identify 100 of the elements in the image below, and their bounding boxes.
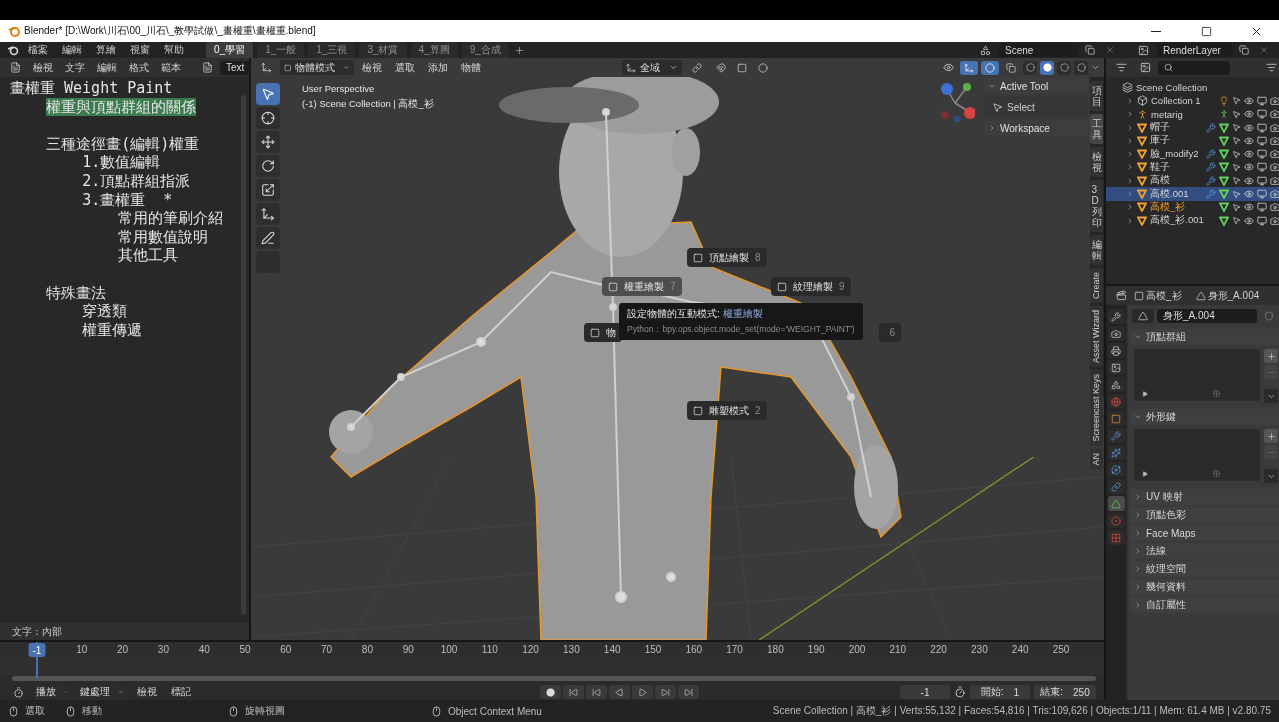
sidebar-tab[interactable]: 項目 bbox=[1090, 81, 1103, 111]
menu-item[interactable]: 編輯 bbox=[92, 59, 122, 76]
frame-number: 150 bbox=[644, 644, 662, 655]
menu-item[interactable]: 檢視 bbox=[132, 684, 162, 700]
text-name-field[interactable]: Text bbox=[220, 60, 251, 75]
mode-dropdown[interactable]: 物體模式 bbox=[280, 60, 354, 75]
frame-number: 230 bbox=[971, 644, 988, 655]
outliner-row[interactable]: Scene Collection bbox=[1106, 81, 1279, 95]
panel-header[interactable]: 頂點色彩 bbox=[1130, 507, 1279, 523]
outliner-item-label[interactable]: 臉_modify2 bbox=[1150, 147, 1199, 161]
panel-header[interactable]: 頂點群組 bbox=[1130, 329, 1279, 345]
frame-number: 190 bbox=[807, 644, 825, 655]
pie-menu-item[interactable]: 物 bbox=[584, 323, 622, 342]
outliner-item-label[interactable]: 高模.001 bbox=[1150, 187, 1189, 201]
outliner-row[interactable]: Collection 1 bbox=[1106, 94, 1279, 108]
frame-number: 20 bbox=[117, 644, 129, 655]
workspace-tab[interactable]: 0_學習 bbox=[206, 42, 254, 58]
scene-statistics: Scene Collection | 高模_衫 | Verts:55,132 | Faces:54,816 | Tris:109,626 | Objects:1/11 | Mem: 61.4 MB | v2.80.75 bbox=[772, 704, 1271, 718]
end-frame-field[interactable]: 結束: 250 bbox=[1034, 685, 1096, 699]
menu-item[interactable]: 格式 bbox=[124, 59, 154, 76]
menu-item[interactable]: 檢視 bbox=[28, 59, 58, 76]
menu-item[interactable]: 標記 bbox=[166, 684, 196, 700]
menu-item[interactable]: 檢視 bbox=[357, 59, 387, 76]
workspace-tab[interactable]: 1_三視 bbox=[308, 42, 356, 58]
outliner-item-label[interactable]: 帽子 bbox=[1150, 121, 1170, 135]
panel-header[interactable]: Face Maps bbox=[1130, 525, 1279, 541]
outliner-row[interactable]: 高模_衫 bbox=[1106, 200, 1279, 214]
outliner-row[interactable]: metarig bbox=[1106, 107, 1279, 121]
sidebar-tab[interactable]: 編輯 bbox=[1090, 235, 1103, 265]
panel-header[interactable]: 法線 bbox=[1130, 543, 1279, 559]
frame-number: 170 bbox=[726, 644, 743, 655]
menu-item[interactable]: 編輯 bbox=[56, 43, 88, 57]
workspace-tab[interactable]: 3_材質 bbox=[359, 42, 407, 58]
pie-menu-item[interactable]: 雕塑模式 2 bbox=[687, 401, 767, 420]
pie-menu-item[interactable]: 紋理繪製 9 bbox=[771, 277, 851, 296]
frame-number: 90 bbox=[402, 644, 414, 655]
sidebar-tab[interactable]: 3D列印 bbox=[1090, 180, 1103, 232]
menu-item[interactable]: 檔案 bbox=[22, 43, 54, 57]
frame-number: 110 bbox=[481, 644, 498, 655]
view-layer-field[interactable]: RenderLayer bbox=[1157, 43, 1233, 57]
menu-item[interactable]: 算繪 bbox=[90, 43, 122, 57]
text-line: 權重傳遞 bbox=[81, 320, 143, 340]
current-frame-marker[interactable]: -1 bbox=[28, 643, 46, 657]
outliner-item-label[interactable]: metarig bbox=[1151, 108, 1183, 120]
outliner-item-label[interactable]: 庫子 bbox=[1150, 134, 1170, 148]
window-title: Blender* [D:\Work\川石\00_川石\_教學試做\_畫權重\畫權重.blend] bbox=[24, 24, 316, 38]
workspace-tab[interactable]: 4_算圖 bbox=[410, 42, 458, 58]
frame-number: 10 bbox=[76, 644, 88, 655]
outliner-item-label[interactable]: 高模_衫.001 bbox=[1150, 214, 1204, 228]
menu-item[interactable]: 視窗 bbox=[124, 43, 156, 57]
pie-menu-item[interactable]: 頂點繪製 8 bbox=[687, 248, 767, 267]
sidebar-tab[interactable]: Screencast Keys bbox=[1090, 370, 1103, 446]
sidebar-tab[interactable]: 工具 bbox=[1090, 114, 1103, 144]
view-name: User Perspective bbox=[302, 83, 376, 94]
outliner-item-label[interactable]: 高模 bbox=[1150, 174, 1170, 188]
orientation-dropdown[interactable]: 全域 bbox=[622, 60, 682, 75]
outliner-row[interactable]: 庫子 bbox=[1106, 134, 1279, 148]
workspace-tab[interactable]: 9_合成 bbox=[461, 42, 509, 58]
panel-header[interactable]: 紋理空間 bbox=[1130, 561, 1279, 577]
outliner-row[interactable]: 臉_modify2 bbox=[1106, 147, 1279, 161]
sidebar-tab[interactable]: AN bbox=[1090, 448, 1103, 470]
outliner-item-label[interactable]: Collection 1 bbox=[1151, 95, 1201, 107]
panel-header[interactable]: UV 映射 bbox=[1130, 489, 1279, 505]
pie-menu-item[interactable]: 6 bbox=[879, 323, 901, 342]
outliner-row[interactable]: 高模.001 bbox=[1106, 187, 1279, 201]
scene-name-field[interactable]: Scene bbox=[999, 43, 1079, 57]
current-frame-field[interactable]: -1 bbox=[900, 685, 950, 699]
mesh-name: 身形_A.004 bbox=[1207, 288, 1260, 303]
frame-number: 210 bbox=[889, 644, 907, 655]
frame-number: 50 bbox=[239, 644, 251, 655]
panel-header[interactable]: 外形鍵 bbox=[1130, 409, 1279, 425]
menu-item[interactable]: 選取 bbox=[390, 59, 420, 76]
sidebar-tab[interactable]: Asset Wizard bbox=[1090, 306, 1103, 368]
frame-number: 80 bbox=[361, 644, 373, 655]
text-line: 1.數值編輯 bbox=[81, 153, 161, 172]
tooltip-text: 設定物體的互動模式: bbox=[627, 307, 720, 321]
status-text: 文字：內部 bbox=[12, 624, 62, 639]
mesh-name-field[interactable]: 身形_A.004 bbox=[1157, 309, 1257, 323]
outliner-item-label[interactable]: 鞋子 bbox=[1150, 160, 1170, 174]
outliner-row[interactable]: 高模 bbox=[1106, 174, 1279, 188]
outliner-row[interactable]: 高模_衫.001 bbox=[1106, 213, 1279, 228]
frame-number: 30 bbox=[157, 644, 169, 655]
menu-item[interactable]: 文字 bbox=[60, 59, 90, 76]
tooltip-value: 權重繪製 bbox=[722, 307, 763, 321]
sidebar-tab[interactable]: Create bbox=[1090, 268, 1103, 303]
outliner-item-label[interactable]: 高模_衫 bbox=[1150, 200, 1186, 214]
status-hint: Object Context Menu bbox=[448, 705, 542, 717]
panel-header[interactable]: 自訂屬性 bbox=[1130, 597, 1279, 613]
sidebar-tab[interactable]: 檢視 bbox=[1090, 147, 1103, 177]
outliner-item-label[interactable]: Scene Collection bbox=[1136, 82, 1208, 94]
menu-item[interactable]: 範本 bbox=[156, 59, 186, 76]
menu-item[interactable]: 物體 bbox=[456, 59, 486, 76]
menu-item[interactable]: 添加 bbox=[423, 59, 453, 76]
menu-item[interactable]: 幫助 bbox=[158, 43, 190, 57]
outliner-row[interactable]: 帽子 bbox=[1106, 120, 1279, 135]
outliner-row[interactable]: 鞋子 bbox=[1106, 160, 1279, 175]
tool-name[interactable]: Select bbox=[1007, 101, 1035, 113]
start-frame-field[interactable]: 開始: 1 bbox=[970, 685, 1030, 699]
pie-menu-item[interactable]: 權重繪製 7 bbox=[602, 277, 682, 296]
panel-header[interactable]: 幾何資料 bbox=[1130, 579, 1279, 595]
